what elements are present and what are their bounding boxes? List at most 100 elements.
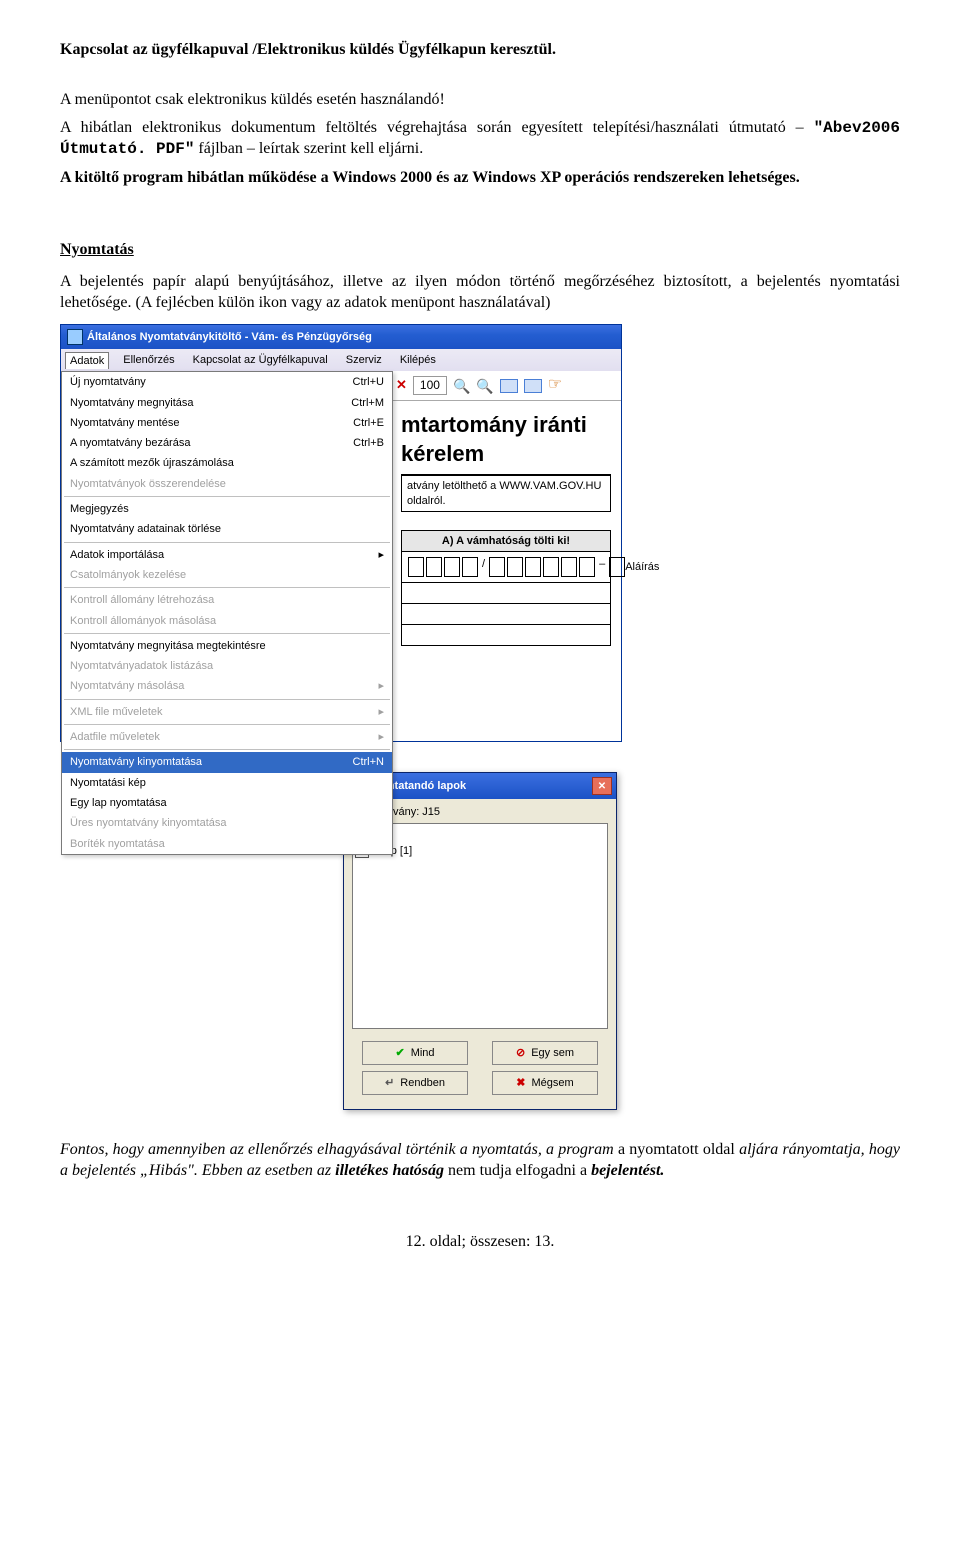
date-box[interactable] bbox=[543, 557, 559, 577]
select-all-button[interactable]: ✔ Mind bbox=[362, 1041, 468, 1065]
menu-item: Kontroll állományok másolása bbox=[62, 611, 392, 631]
page-nav-icon[interactable] bbox=[500, 379, 518, 393]
menu-item-hotkey: ▸ bbox=[378, 679, 384, 693]
cancel-button[interactable]: ✖ Mégsem bbox=[492, 1071, 598, 1095]
menu-item-label: Nyomtatvány kinyomtatása bbox=[70, 755, 202, 769]
para-printing-desc: A bejelentés papír alapú benyújtásához, … bbox=[60, 272, 900, 314]
date-box[interactable] bbox=[561, 557, 577, 577]
ok-button[interactable]: ↵ Rendben bbox=[362, 1071, 468, 1095]
menu-item-label: XML file műveletek bbox=[70, 705, 163, 719]
btn-label: Mégsem bbox=[532, 1076, 574, 1090]
adatok-dropdown: Új nyomtatványCtrl+UNyomtatvány megnyitá… bbox=[61, 371, 393, 855]
x-icon: ✖ bbox=[516, 1076, 525, 1090]
menu-item: Nyomtatványadatok listázása bbox=[62, 656, 392, 676]
menu-adatok[interactable]: Adatok bbox=[65, 352, 109, 369]
return-icon: ↵ bbox=[385, 1076, 394, 1090]
menu-ugyfelkapu[interactable]: Kapcsolat az Ügyfélkapuval bbox=[189, 352, 332, 368]
form-download-note: atvány letölthető a WWW.VAM.GOV.HU oldal… bbox=[401, 474, 611, 512]
menu-szerviz[interactable]: Szerviz bbox=[342, 352, 386, 368]
menu-item: Nyomtatvány másolása ▸ bbox=[62, 676, 392, 696]
menu-item: Boríték nyomtatása bbox=[62, 834, 392, 854]
form-row bbox=[401, 604, 611, 625]
zoom-out-icon[interactable]: 🔍 bbox=[453, 377, 470, 395]
heading-connection: Kapcsolat az ügyfélkapuval /Elektronikus… bbox=[60, 40, 900, 61]
form-title: mtartomány iránti kérelem bbox=[401, 411, 611, 468]
menu-item[interactable]: Nyomtatási kép bbox=[62, 773, 392, 793]
menu-item-label: Boríték nyomtatása bbox=[70, 837, 165, 851]
menu-item-label: A nyomtatvány bezárása bbox=[70, 436, 190, 450]
close-icon[interactable]: ✕ bbox=[592, 777, 612, 795]
menu-item[interactable]: Nyomtatvány kinyomtatása Ctrl+N bbox=[62, 752, 392, 772]
menu-item[interactable]: Nyomtatvány mentése Ctrl+E bbox=[62, 413, 392, 433]
menu-item-label: Adatfile műveletek bbox=[70, 730, 160, 744]
section-printing-title: Nyomtatás bbox=[60, 240, 134, 261]
menu-item: Kontroll állomány létrehozása bbox=[62, 590, 392, 610]
date-box[interactable] bbox=[489, 557, 505, 577]
menu-item-hotkey: Ctrl+E bbox=[353, 416, 384, 430]
menu-item-label: Adatok importálása bbox=[70, 548, 164, 562]
form-date-line: / – Aláírás bbox=[401, 552, 611, 583]
dialog-buttons: ✔ Mind ⊘ Egy sem ↵ Rendben ✖ Mégsem bbox=[352, 1041, 608, 1095]
btn-label: Rendben bbox=[400, 1076, 445, 1090]
menu-item: Adatfile műveletek ▸ bbox=[62, 727, 392, 747]
menu-item[interactable]: Nyomtatvány megnyitása megtekintésre bbox=[62, 636, 392, 656]
zoom-value[interactable]: 100 bbox=[413, 376, 447, 396]
date-box[interactable] bbox=[609, 557, 625, 577]
menu-item-label: Nyomtatványok összerendelése bbox=[70, 477, 226, 491]
date-box[interactable] bbox=[444, 557, 460, 577]
menu-item[interactable]: Nyomtatvány adatainak törlése bbox=[62, 519, 392, 539]
menu-item-hotkey: ▸ bbox=[378, 548, 384, 562]
para-upload-guide-b: fájlban – leírtak szerint kell eljárni. bbox=[194, 140, 423, 157]
menu-item-label: Új nyomtatvány bbox=[70, 375, 146, 389]
date-box[interactable] bbox=[408, 557, 424, 577]
date-box[interactable] bbox=[462, 557, 478, 577]
menu-separator bbox=[64, 496, 390, 497]
menu-item-label: Nyomtatvány megnyitása bbox=[70, 396, 194, 410]
note-d: illetékes hatóság bbox=[335, 1162, 444, 1179]
menu-item[interactable]: A számított mezők újraszámolása bbox=[62, 453, 392, 473]
menu-item-hotkey: ▸ bbox=[378, 705, 384, 719]
menu-separator bbox=[64, 542, 390, 543]
menu-item: Nyomtatványok összerendelése bbox=[62, 474, 392, 494]
menu-item-label: Nyomtatvány adatainak törlése bbox=[70, 522, 221, 536]
menu-item-hotkey: Ctrl+M bbox=[351, 396, 384, 410]
menu-item-hotkey: Ctrl+B bbox=[353, 436, 384, 450]
menu-item-label: A számított mezők újraszámolása bbox=[70, 456, 234, 470]
menu-item: Üres nyomtatvány kinyomtatása bbox=[62, 813, 392, 833]
menu-item[interactable]: Nyomtatvány megnyitása Ctrl+M bbox=[62, 393, 392, 413]
app-icon bbox=[67, 329, 83, 345]
page-footer: 12. oldal; összesen: 13. bbox=[60, 1232, 900, 1253]
note-e: nem tudja elfogadni a bbox=[444, 1162, 591, 1179]
menu-item[interactable]: A nyomtatvány bezárása Ctrl+B bbox=[62, 433, 392, 453]
menu-item-label: Nyomtatvány mentése bbox=[70, 416, 179, 430]
date-box[interactable] bbox=[525, 557, 541, 577]
form-section-a: A) A vámhatóság tölti ki! bbox=[401, 530, 611, 552]
menu-item[interactable]: Adatok importálása ▸ bbox=[62, 545, 392, 565]
menu-item[interactable]: Új nyomtatványCtrl+U bbox=[62, 372, 392, 392]
date-box[interactable] bbox=[579, 557, 595, 577]
para-os-support: A kitöltő program hibátlan működése a Wi… bbox=[60, 168, 900, 189]
para-important-note: Fontos, hogy amennyiben az ellenőrzés el… bbox=[60, 1140, 900, 1182]
menu-item-label: Nyomtatási kép bbox=[70, 776, 146, 790]
date-box[interactable] bbox=[507, 557, 523, 577]
zoom-in-icon[interactable]: 🔍 bbox=[476, 377, 493, 395]
menu-item-label: Nyomtatvány másolása bbox=[70, 679, 184, 693]
pointer-icon[interactable]: ☞ bbox=[548, 375, 562, 396]
menu-item-label: Kontroll állomány létrehozása bbox=[70, 593, 214, 607]
menu-ellenorzes[interactable]: Ellenőrzés bbox=[119, 352, 178, 368]
select-none-button[interactable]: ⊘ Egy sem bbox=[492, 1041, 598, 1065]
window-title: Általános Nyomtatványkitöltő - Vám- és P… bbox=[87, 330, 372, 344]
menu-item-hotkey: ▸ bbox=[378, 730, 384, 744]
close-form-icon[interactable]: ✕ bbox=[396, 377, 407, 394]
menu-item-label: Üres nyomtatvány kinyomtatása bbox=[70, 816, 227, 830]
note-f: bejelentést. bbox=[591, 1162, 664, 1179]
menu-item-hotkey: Ctrl+N bbox=[353, 755, 384, 769]
menu-item: XML file műveletek ▸ bbox=[62, 702, 392, 722]
page-nav2-icon[interactable] bbox=[524, 379, 542, 393]
menu-item[interactable]: Egy lap nyomtatása bbox=[62, 793, 392, 813]
menu-item[interactable]: Megjegyzés bbox=[62, 499, 392, 519]
menu-item-label: Nyomtatványadatok listázása bbox=[70, 659, 213, 673]
menu-kilepes[interactable]: Kilépés bbox=[396, 352, 440, 368]
date-box[interactable] bbox=[426, 557, 442, 577]
form-row bbox=[401, 625, 611, 646]
